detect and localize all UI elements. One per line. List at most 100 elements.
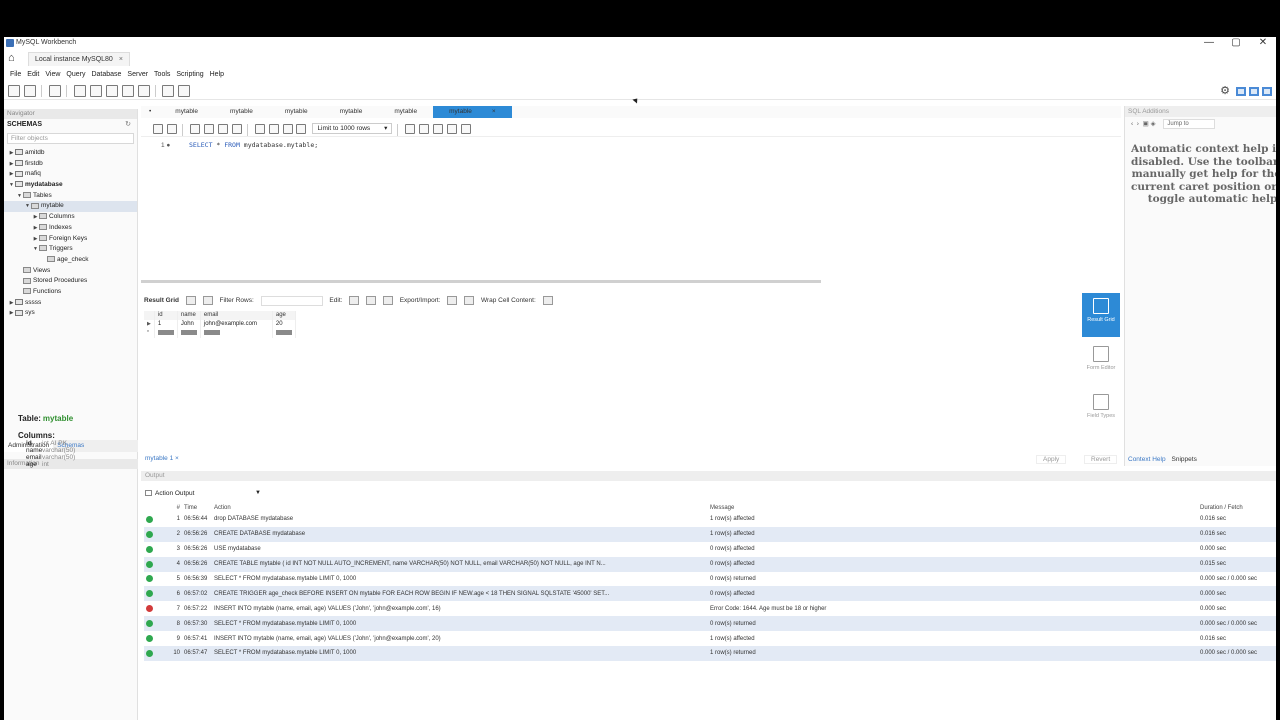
grid-cell[interactable]: john@example.com <box>200 320 273 329</box>
tree-node[interactable]: ▶ sssss <box>4 298 137 309</box>
expand-closed-icon[interactable]: ▶ <box>32 234 39 245</box>
manual-help-icon[interactable]: ◈ <box>1151 121 1156 128</box>
result-grid-button[interactable]: Result Grid <box>1082 293 1120 337</box>
tab-mytable[interactable]: mytable <box>214 106 269 118</box>
save-icon[interactable] <box>166 124 177 134</box>
delete-row-icon[interactable] <box>382 296 393 305</box>
menu-view[interactable]: View <box>45 69 60 81</box>
expand-closed-icon[interactable]: ▶ <box>8 298 15 309</box>
expand-closed-icon[interactable]: ▶ <box>8 169 15 180</box>
grid-cell[interactable]: John <box>177 320 201 329</box>
output-column-header[interactable]: Message <box>708 503 1198 512</box>
grid-cell[interactable] <box>200 329 273 338</box>
wrap-cell-icon[interactable] <box>542 296 553 305</box>
close-window-button[interactable]: ✕ <box>1256 38 1270 48</box>
tree-node[interactable]: Functions <box>4 287 137 298</box>
commit-icon[interactable] <box>268 124 279 134</box>
wrap-lines-icon[interactable] <box>461 124 472 134</box>
tree-node[interactable]: ▼ mydatabase <box>4 180 137 191</box>
explain-icon[interactable] <box>217 124 228 134</box>
sql-editor[interactable]: 1 ● SELECT * FROM mydatabase.mytable; <box>141 138 1121 278</box>
beautify-icon[interactable] <box>405 124 416 134</box>
tree-node[interactable]: ▶ sys <box>4 308 137 319</box>
new-row[interactable]: * <box>144 329 296 338</box>
create-function-icon[interactable] <box>137 85 150 97</box>
stop-on-error-icon[interactable] <box>254 124 265 134</box>
editor-horizontal-scrollbar[interactable] <box>141 280 821 283</box>
create-view-icon[interactable] <box>105 85 118 97</box>
autocommit-icon[interactable] <box>296 124 307 134</box>
output-column-header[interactable]: Action <box>212 503 708 512</box>
output-row[interactable]: 1 06:56:44 drop DATABASE mydatabase 1 row(s… <box>144 512 1276 527</box>
execute-icon[interactable] <box>189 124 200 134</box>
menu-help[interactable]: Help <box>210 69 224 81</box>
output-row[interactable]: 7 06:57:22 INSERT INTO mytable (name, emai… <box>144 601 1276 616</box>
tab-mytable[interactable]: mytable <box>159 106 214 118</box>
search-table-data-icon[interactable] <box>162 85 175 97</box>
expand-open-icon[interactable]: ▼ <box>24 201 31 212</box>
tree-node[interactable]: ▶ amitdb <box>4 148 137 159</box>
output-type-select[interactable]: Action Output ▼ <box>145 488 261 499</box>
menu-query[interactable]: Query <box>66 69 85 81</box>
create-table-icon[interactable] <box>89 85 102 97</box>
filter-rows-input[interactable] <box>260 296 323 306</box>
toggle-sidebar-icon[interactable] <box>1236 87 1246 96</box>
gear-icon[interactable]: ⚙ <box>1220 85 1230 97</box>
menu-file[interactable]: File <box>10 69 21 81</box>
grid-cell[interactable]: 1 <box>154 320 178 329</box>
execute-current-icon[interactable] <box>203 124 214 134</box>
menu-database[interactable]: Database <box>91 69 121 81</box>
create-procedure-icon[interactable] <box>121 85 134 97</box>
expand-closed-icon[interactable]: ▶ <box>8 148 15 159</box>
field-types-button[interactable]: Field Types <box>1082 389 1120 433</box>
find-icon[interactable] <box>419 124 430 134</box>
new-sql-tab-icon[interactable] <box>8 85 20 97</box>
grid-cell[interactable] <box>272 329 296 338</box>
expand-closed-icon[interactable]: ▶ <box>8 308 15 319</box>
stop-icon[interactable] <box>231 124 242 134</box>
tab-snippets[interactable]: Snippets <box>1172 454 1197 466</box>
connection-tab[interactable]: Local instance MySQL80 × <box>28 52 130 66</box>
invisible-chars-icon[interactable] <box>447 124 458 134</box>
search-icon[interactable] <box>433 124 444 134</box>
tree-node[interactable]: ▼ Triggers <box>4 244 137 255</box>
result-tab[interactable]: mytable 1 × <box>145 455 179 462</box>
tree-node[interactable]: ▶ Indexes <box>4 223 137 234</box>
output-row[interactable]: 8 06:57:30 SELECT * FROM mydatabase.mytabl… <box>144 616 1276 632</box>
output-row[interactable]: 3 06:56:26 USE mydatabase 0 row(s) affected… <box>144 542 1276 557</box>
output-column-header[interactable]: Duration / Fetch <box>1198 503 1276 512</box>
grid-column-header[interactable]: id <box>154 311 178 320</box>
output-row[interactable]: 4 06:56:26 CREATE TABLE mytable ( id INT N… <box>144 556 1276 572</box>
export-icon[interactable] <box>447 296 458 305</box>
output-row[interactable]: 2 06:56:26 CREATE DATABASE mydatabase 1 row… <box>144 526 1276 542</box>
grid-cell[interactable] <box>177 329 201 338</box>
apply-button[interactable]: Apply <box>1036 455 1067 464</box>
filter-icon[interactable] <box>202 296 213 305</box>
sql-statement[interactable]: SELECT * FROM mydatabase.mytable; <box>189 141 318 149</box>
output-row[interactable]: 10 06:57:47 SELECT * FROM mydatabase.mytab… <box>144 646 1276 661</box>
tab-mytable[interactable]: mytable × <box>433 106 512 118</box>
jump-to-select[interactable]: Jump to <box>1163 119 1216 129</box>
expand-closed-icon[interactable]: ▶ <box>32 223 39 234</box>
toggle-secondary-sidebar-icon[interactable] <box>1262 87 1272 96</box>
expand-closed-icon[interactable]: ▶ <box>32 212 39 223</box>
import-icon[interactable] <box>464 296 475 305</box>
create-schema-icon[interactable] <box>73 85 86 97</box>
tree-node[interactable]: ▶ Columns <box>4 212 137 223</box>
tree-node[interactable]: age_check <box>4 255 137 266</box>
expand-closed-icon[interactable]: ▶ <box>8 159 15 170</box>
menu-tools[interactable]: Tools <box>154 69 170 81</box>
output-row[interactable]: 6 06:57:02 CREATE TRIGGER age_check BEFORE… <box>144 586 1276 602</box>
output-row[interactable]: 5 06:56:39 SELECT * FROM mydatabase.mytabl… <box>144 572 1276 587</box>
home-icon[interactable]: ⌂ <box>8 53 15 64</box>
tree-node[interactable]: Stored Procedures <box>4 276 137 287</box>
menu-scripting[interactable]: Scripting <box>176 69 203 81</box>
tree-node[interactable]: ▶ Foreign Keys <box>4 234 137 245</box>
toggle-output-icon[interactable] <box>1249 87 1259 96</box>
open-file-icon[interactable] <box>153 124 163 134</box>
expand-open-icon[interactable]: ▼ <box>16 191 23 202</box>
menu-edit[interactable]: Edit <box>27 69 39 81</box>
tab-mytable[interactable]: mytable <box>269 106 324 118</box>
refresh-icon[interactable]: ↻ <box>125 121 131 129</box>
close-tab-icon[interactable]: × <box>119 56 123 63</box>
